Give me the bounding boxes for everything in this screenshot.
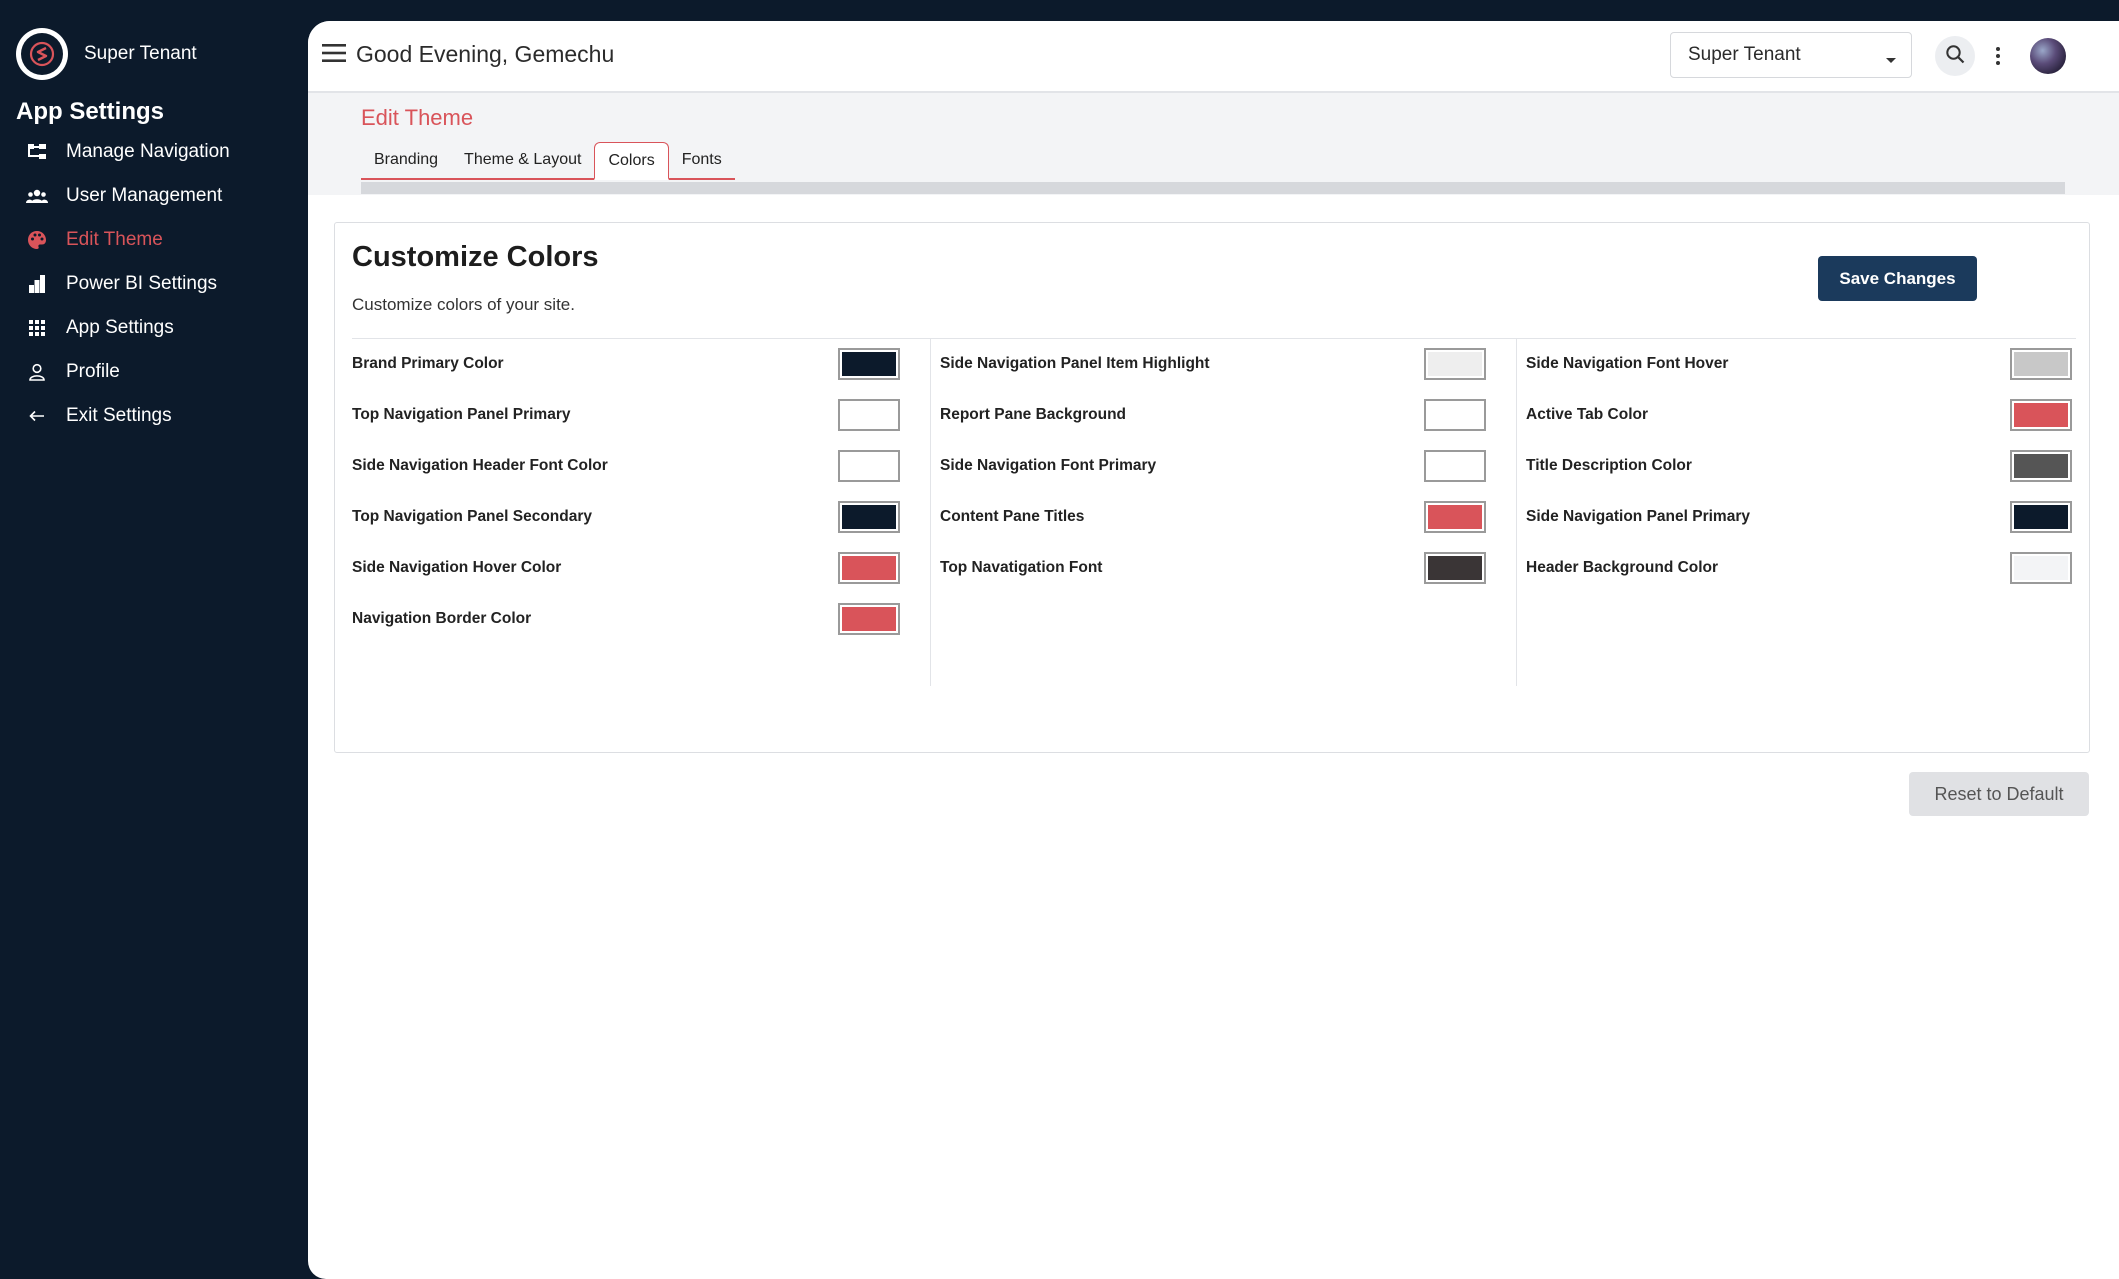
tenant-select[interactable]: Super Tenant: [1670, 32, 1912, 78]
avatar[interactable]: [2030, 38, 2066, 74]
color-setting-label: Top Navatigation Font: [940, 559, 1103, 576]
sidebar-item-label: App Settings: [66, 317, 174, 338]
color-setting-label: Top Navigation Panel Secondary: [352, 508, 593, 525]
color-swatch-picker[interactable]: [2010, 501, 2072, 533]
color-setting-label: Side Navigation Hover Color: [352, 559, 562, 576]
grid-icon: [26, 317, 48, 339]
color-setting-label: Header Background Color: [1526, 559, 1719, 576]
user-icon: [26, 361, 48, 383]
color-swatch-picker[interactable]: [1424, 450, 1486, 482]
top-navigation-bar: Good Evening, Gemechu Super Tenant: [308, 21, 2119, 93]
customize-colors-card: Customize Colors Customize colors of you…: [334, 222, 2090, 753]
color-setting-label: Side Navigation Panel Item Highlight: [940, 355, 1210, 372]
greeting-text: Good Evening, Gemechu: [356, 41, 615, 67]
main-panel: Good Evening, Gemechu Super Tenant Edit …: [308, 21, 2119, 1279]
sidebar-item-exit-settings[interactable]: Exit Settings: [0, 394, 308, 438]
horizontal-scrollbar[interactable]: [361, 182, 2065, 194]
sitemap-icon: [26, 141, 48, 163]
color-setting-label: Report Pane Background: [940, 406, 1127, 423]
tenant-select-value: Super Tenant: [1688, 44, 1801, 65]
sidebar-item-user-management[interactable]: User Management: [0, 174, 308, 218]
sidebar-item-label: Manage Navigation: [66, 141, 230, 162]
color-swatch-picker[interactable]: [1424, 399, 1486, 431]
save-changes-button[interactable]: Save Changes: [1818, 256, 1977, 301]
color-column: Side Navigation Font Hover Active Tab Col…: [1516, 339, 2092, 686]
color-column: Side Navigation Panel Item Highlight Repo…: [930, 339, 1506, 686]
sidebar-item-power-bi-settings[interactable]: Power BI Settings: [0, 262, 308, 306]
color-settings-grid: Brand Primary Color Top Navigation Panel …: [352, 339, 2076, 749]
color-setting-row: Top Navatigation Font: [940, 534, 1506, 602]
menu-icon[interactable]: [322, 43, 348, 67]
color-swatch-picker[interactable]: [838, 348, 900, 380]
search-icon: [1945, 44, 1965, 69]
color-column: Brand Primary Color Top Navigation Panel …: [352, 339, 927, 686]
bar-chart-icon: [26, 273, 48, 295]
search-button[interactable]: [1935, 36, 1975, 76]
users-icon: [26, 185, 48, 207]
sidebar-item-label: Edit Theme: [66, 229, 163, 250]
sidebar-item-edit-theme[interactable]: Edit Theme: [0, 218, 308, 262]
color-setting-label: Side Navigation Font Primary: [940, 457, 1157, 474]
color-setting-row: Header Background Color: [1526, 534, 2092, 602]
color-setting-label: Side Navigation Font Hover: [1526, 355, 1729, 372]
sidebar-item-profile[interactable]: Profile: [0, 350, 308, 394]
color-setting-label: Content Pane Titles: [940, 508, 1085, 525]
brand-name: Super Tenant: [84, 43, 197, 64]
color-swatch-picker[interactable]: [838, 399, 900, 431]
sidebar-nav: Manage Navigation User Management Edit T…: [0, 130, 308, 438]
tab-colors[interactable]: Colors: [594, 142, 669, 180]
color-setting-label: Navigation Border Color: [352, 610, 532, 627]
color-swatch-picker[interactable]: [2010, 348, 2072, 380]
color-swatch-picker[interactable]: [838, 450, 900, 482]
tab-bar: Branding Theme & Layout Colors Fonts: [361, 142, 735, 180]
arrow-left-icon: [26, 405, 48, 427]
sidebar-section-title: App Settings: [16, 98, 164, 125]
caret-down-icon: [1885, 51, 1897, 69]
color-swatch-picker[interactable]: [2010, 552, 2072, 584]
card-description: Customize colors of your site.: [352, 295, 575, 314]
tab-theme-layout[interactable]: Theme & Layout: [451, 142, 595, 180]
palette-icon: [26, 229, 48, 251]
brand-logo: [16, 28, 68, 80]
page-title: Edit Theme: [361, 105, 474, 130]
color-setting-label: Title Description Color: [1526, 457, 1692, 474]
color-swatch-picker[interactable]: [1424, 501, 1486, 533]
color-swatch-picker[interactable]: [838, 603, 900, 635]
sidebar-item-manage-navigation[interactable]: Manage Navigation: [0, 130, 308, 174]
color-setting-label: Top Navigation Panel Primary: [352, 406, 571, 423]
color-setting-label: Active Tab Color: [1526, 406, 1649, 423]
tab-fonts[interactable]: Fonts: [668, 142, 735, 180]
color-swatch-picker[interactable]: [1424, 552, 1486, 584]
sidebar-item-label: Profile: [66, 361, 120, 382]
color-swatch-picker[interactable]: [838, 501, 900, 533]
sidebar: Super Tenant App Settings Manage Navigat…: [0, 0, 308, 1279]
color-setting-label: Brand Primary Color: [352, 355, 504, 372]
color-swatch-picker[interactable]: [1424, 348, 1486, 380]
color-swatch-picker[interactable]: [2010, 450, 2072, 482]
tab-branding[interactable]: Branding: [361, 142, 452, 180]
card-title: Customize Colors: [352, 241, 599, 273]
color-swatch-picker[interactable]: [2010, 399, 2072, 431]
sidebar-item-label: User Management: [66, 185, 223, 206]
color-setting-label: Side Navigation Header Font Color: [352, 457, 608, 474]
brand[interactable]: Super Tenant: [16, 26, 197, 82]
sidebar-item-app-settings[interactable]: App Settings: [0, 306, 308, 350]
sidebar-item-label: Power BI Settings: [66, 273, 218, 294]
color-setting-label: Side Navigation Panel Primary: [1526, 508, 1750, 525]
color-swatch-picker[interactable]: [838, 552, 900, 584]
color-setting-row: Navigation Border Color: [352, 585, 927, 653]
more-options-icon[interactable]: [1988, 43, 2008, 69]
reset-to-default-button[interactable]: Reset to Default: [1909, 772, 2089, 816]
sidebar-item-label: Exit Settings: [66, 405, 172, 426]
